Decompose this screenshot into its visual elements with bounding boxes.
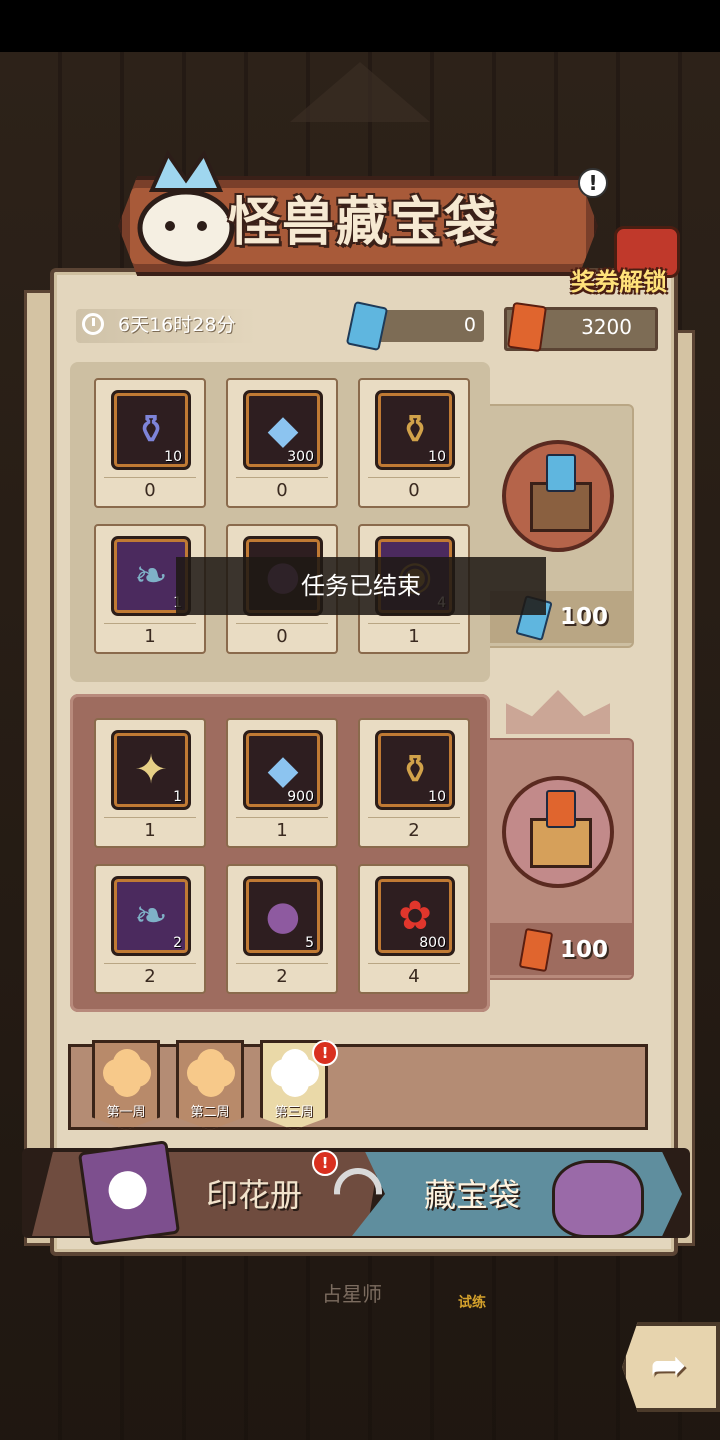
red-flower-icon: ✿ 800 xyxy=(375,876,455,956)
chest-price: 100 xyxy=(560,937,609,963)
reward-count: 1 xyxy=(144,626,156,647)
reward-count: 0 xyxy=(276,626,288,647)
flower-icon xyxy=(277,1055,313,1091)
mascot-icon xyxy=(137,150,235,267)
voucher-unlock-button[interactable]: 奖券解锁 xyxy=(560,260,678,304)
reward-count: 0 xyxy=(276,480,288,501)
golden-jar-icon: ⚱ 10 xyxy=(375,390,455,470)
reward-count: 1 xyxy=(144,820,156,841)
crystal-icon: ◆ 900 xyxy=(243,730,323,810)
tab-stamp-label: 印花册 xyxy=(206,1176,303,1214)
reward-cell[interactable]: ◆ 300 0 xyxy=(226,378,338,508)
reward-cell[interactable]: ⚱ 10 0 xyxy=(94,378,206,508)
reward-count: 1 xyxy=(408,626,420,647)
page-title: 怪兽藏宝袋 xyxy=(228,193,499,253)
flower-icon xyxy=(109,1055,145,1091)
reward-cell[interactable]: ◆ 900 1 xyxy=(226,718,338,848)
reward-count: 2 xyxy=(276,966,288,987)
panel-frame-left xyxy=(24,290,53,1246)
info-icon[interactable]: ! xyxy=(578,168,608,198)
week-tab-1[interactable]: 第一周 xyxy=(92,1040,160,1130)
blue-ticket-value: 0 xyxy=(463,314,476,336)
reward-cell[interactable]: ✿ 800 4 xyxy=(358,864,470,994)
stamp-book-icon xyxy=(77,1140,181,1246)
alert-badge-icon: ! xyxy=(312,1040,338,1066)
status-bar xyxy=(0,0,720,52)
reward-count: 1 xyxy=(276,820,288,841)
reward-cell[interactable]: ⚱ 10 2 xyxy=(358,718,470,848)
reward-count: 0 xyxy=(144,480,156,501)
reward-cell[interactable]: ● 5 2 xyxy=(226,864,338,994)
crystal-icon: ◆ 300 xyxy=(243,390,323,470)
chest-price: 100 xyxy=(560,604,609,630)
gold-ticket-icon xyxy=(506,301,548,353)
alert-badge-icon: ! xyxy=(312,1150,338,1176)
gold-chest-icon[interactable] xyxy=(502,776,614,888)
flower-icon xyxy=(193,1055,229,1091)
spellbook-icon: ✦ 1 xyxy=(111,730,191,810)
clock-icon xyxy=(82,313,104,335)
reward-count: 2 xyxy=(144,966,156,987)
reward-cell[interactable]: ❧ 2 2 xyxy=(94,864,206,994)
trial-label: 试练 xyxy=(458,1295,486,1311)
gold-ticket-value: 3200 xyxy=(581,315,632,339)
reward-count: 4 xyxy=(408,966,420,987)
toast-message: 任务已结束 xyxy=(176,557,546,615)
reward-cell[interactable]: ⚱ 10 0 xyxy=(358,378,470,508)
monster-bag-icon xyxy=(552,1160,644,1238)
timer-text: 6天16时28分 xyxy=(118,314,236,336)
tab-bag-label: 藏宝袋 xyxy=(424,1176,521,1214)
reward-cell[interactable]: ✦ 1 1 xyxy=(94,718,206,848)
golden-jar-icon: ⚱ 10 xyxy=(375,730,455,810)
feather-icon: ❧ 2 xyxy=(111,876,191,956)
week-tab-2[interactable]: 第二周 xyxy=(176,1040,244,1130)
cat-pouch-icon: ● 5 xyxy=(243,876,323,956)
reward-count: 2 xyxy=(408,820,420,841)
blue-chest-icon[interactable] xyxy=(502,440,614,552)
vase-icon: ⚱ 10 xyxy=(111,390,191,470)
astrologer-label: 占星师 xyxy=(322,1282,382,1306)
reward-count: 0 xyxy=(408,480,420,501)
share-arrow-icon: ➦ xyxy=(650,1340,687,1391)
